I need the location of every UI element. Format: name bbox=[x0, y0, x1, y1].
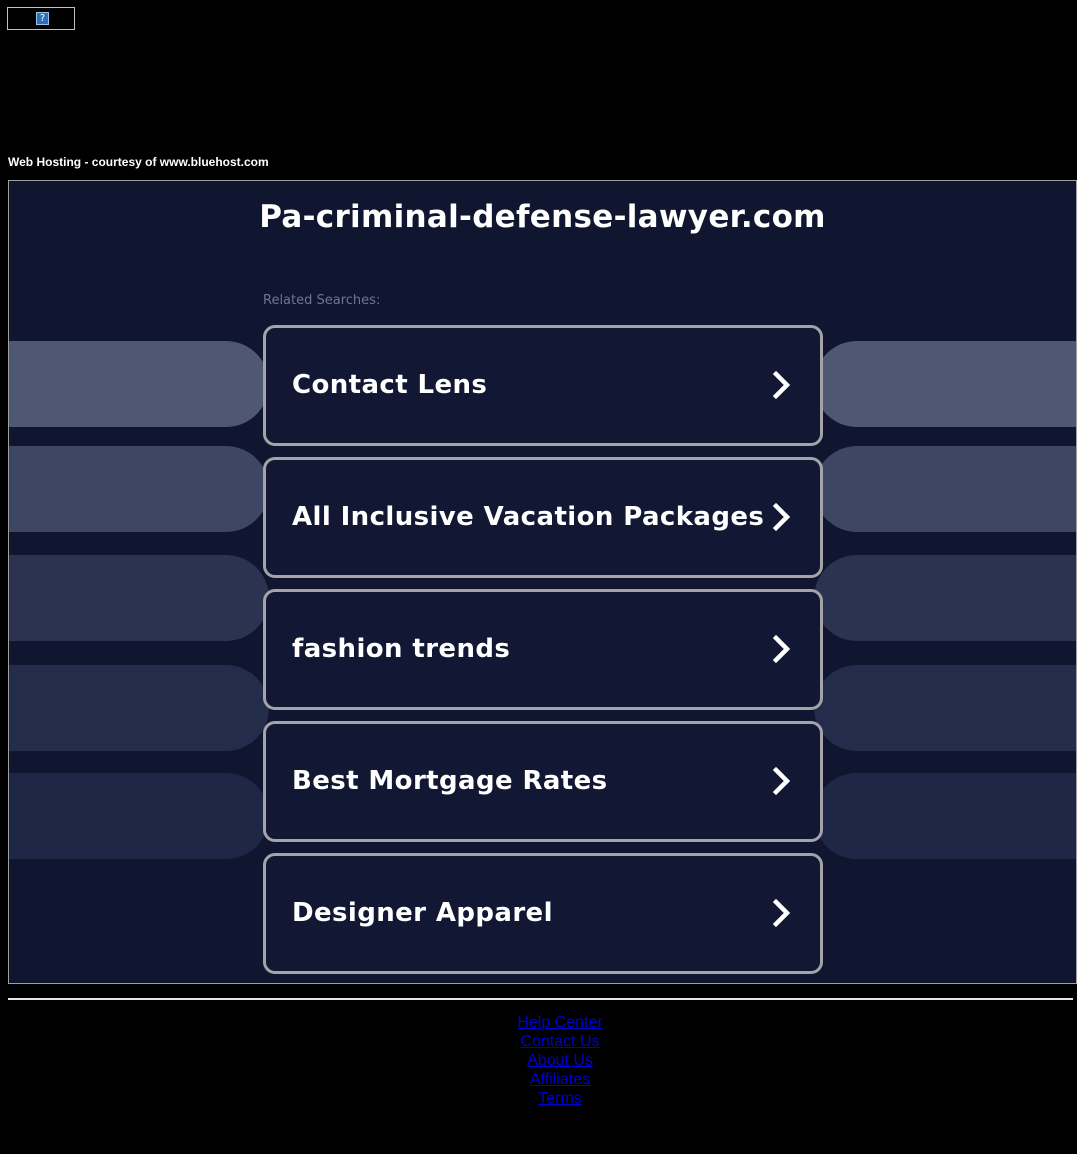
related-search-best-mortgage-rates[interactable]: Best Mortgage Rates bbox=[263, 721, 823, 842]
footer-divider bbox=[8, 998, 1073, 1000]
question-mark-icon: ? bbox=[36, 12, 49, 25]
footer-links: Help Center Contact Us About Us Affiliat… bbox=[0, 1013, 1077, 1108]
related-search-fashion-trends[interactable]: fashion trends bbox=[263, 589, 823, 710]
site-title: Pa-criminal-defense-lawyer.com bbox=[259, 199, 826, 235]
decorative-pill-left-2 bbox=[9, 446, 269, 532]
decorative-pill-left-5 bbox=[9, 773, 269, 859]
related-search-label: fashion trends bbox=[292, 634, 511, 664]
chevron-right-icon bbox=[772, 502, 791, 532]
hosting-credit: Web Hosting - courtesy of www.bluehost.c… bbox=[8, 155, 269, 169]
footer-link-affiliates[interactable]: Affiliates bbox=[530, 1070, 590, 1089]
footer-link-contact-us[interactable]: Contact Us bbox=[520, 1032, 599, 1051]
decorative-pill-left-1 bbox=[9, 341, 269, 427]
related-search-all-inclusive-vacation-packages[interactable]: All Inclusive Vacation Packages bbox=[263, 457, 823, 578]
decorative-pill-right-4 bbox=[814, 665, 1076, 751]
footer-link-about-us[interactable]: About Us bbox=[527, 1051, 593, 1070]
decorative-pill-left-3 bbox=[9, 555, 269, 641]
related-search-designer-apparel[interactable]: Designer Apparel bbox=[263, 853, 823, 974]
decorative-pill-right-2 bbox=[814, 446, 1076, 532]
decorative-pill-left-4 bbox=[9, 665, 269, 751]
related-searches-label: Related Searches: bbox=[263, 293, 381, 308]
related-search-label: Designer Apparel bbox=[292, 898, 553, 928]
related-search-label: All Inclusive Vacation Packages bbox=[292, 502, 765, 532]
footer-link-terms[interactable]: Terms bbox=[538, 1089, 582, 1108]
decorative-pill-right-1 bbox=[814, 341, 1076, 427]
related-search-label: Best Mortgage Rates bbox=[292, 766, 608, 796]
chevron-right-icon bbox=[772, 634, 791, 664]
chevron-right-icon bbox=[772, 898, 791, 928]
chevron-right-icon bbox=[772, 370, 791, 400]
decorative-pill-right-3 bbox=[814, 555, 1076, 641]
footer-link-help-center[interactable]: Help Center bbox=[517, 1013, 602, 1032]
parked-domain-panel: Pa-criminal-defense-lawyer.com Related S… bbox=[8, 180, 1077, 984]
related-search-contact-lens[interactable]: Contact Lens bbox=[263, 325, 823, 446]
broken-image-icon: ? bbox=[7, 7, 75, 30]
chevron-right-icon bbox=[772, 766, 791, 796]
related-search-label: Contact Lens bbox=[292, 370, 488, 400]
decorative-pill-right-5 bbox=[814, 773, 1076, 859]
